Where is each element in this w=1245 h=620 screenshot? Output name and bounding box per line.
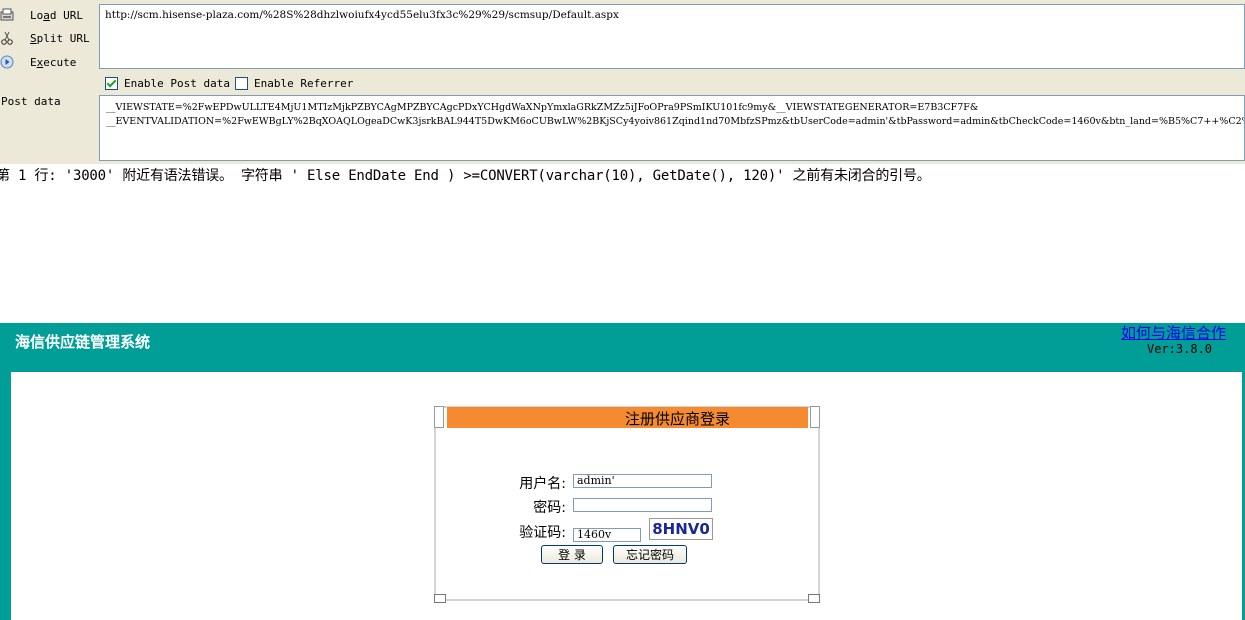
- post-data-line: __EVENTVALIDATION=%2FwEWBgLY%2BqXOAQLOge…: [106, 116, 1245, 127]
- play-icon: [0, 55, 14, 69]
- login-title: 注册供应商登录: [625, 410, 731, 428]
- broken-image-icon: [810, 406, 820, 428]
- system-title: 海信供应链管理系统: [15, 333, 151, 351]
- checkbox-checked-icon: [105, 76, 118, 90]
- corner-decoration: [808, 594, 820, 603]
- post-data-textarea[interactable]: __VIEWSTATE=%2FwEPDwULLTE4MjU1MTIzMjkPZB…: [99, 95, 1245, 161]
- forgot-password-button[interactable]: 忘记密码: [613, 545, 687, 564]
- password-label: 密码:: [533, 500, 566, 516]
- load-url-button[interactable]: Load URL: [0, 4, 98, 26]
- version-label: Ver:3.8.0: [1147, 342, 1213, 356]
- corner-decoration: [434, 594, 446, 603]
- checkbox-unchecked-icon: [235, 76, 248, 90]
- post-data-label: Post data: [1, 95, 61, 108]
- load-url-icon: [0, 8, 14, 22]
- hackbar-toolbar: Load URL Split URL Execute http://scm.hi…: [0, 0, 1245, 164]
- username-label: 用户名:: [519, 476, 566, 492]
- captcha-image[interactable]: 8HNV0: [649, 518, 713, 540]
- login-header: 注册供应商登录: [447, 407, 808, 428]
- enable-post-data-checkbox[interactable]: Enable Post data: [105, 76, 230, 90]
- captcha-input[interactable]: 1460v: [573, 528, 641, 542]
- login-button[interactable]: 登 录: [541, 545, 603, 564]
- enable-referrer-checkbox[interactable]: Enable Referrer: [235, 76, 353, 90]
- captcha-label: 验证码:: [519, 525, 566, 541]
- broken-image-icon: [434, 406, 444, 428]
- sql-error-message: 第 1 行: '3000' 附近有语法错误。 字符串 ' Else EndDat…: [0, 168, 931, 184]
- execute-button[interactable]: Execute: [0, 51, 98, 73]
- cooperation-link[interactable]: 如何与海信合作: [1121, 322, 1226, 343]
- split-url-button[interactable]: Split URL: [0, 27, 98, 49]
- url-textarea[interactable]: http://scm.hisense-plaza.com/%28S%28dhzl…: [99, 4, 1245, 69]
- username-input[interactable]: admin': [573, 474, 712, 488]
- post-data-line: __VIEWSTATE=%2FwEPDwULLTE4MjU1MTIzMjkPZB…: [106, 102, 979, 113]
- scissors-icon: [0, 31, 14, 45]
- password-input[interactable]: [573, 498, 712, 512]
